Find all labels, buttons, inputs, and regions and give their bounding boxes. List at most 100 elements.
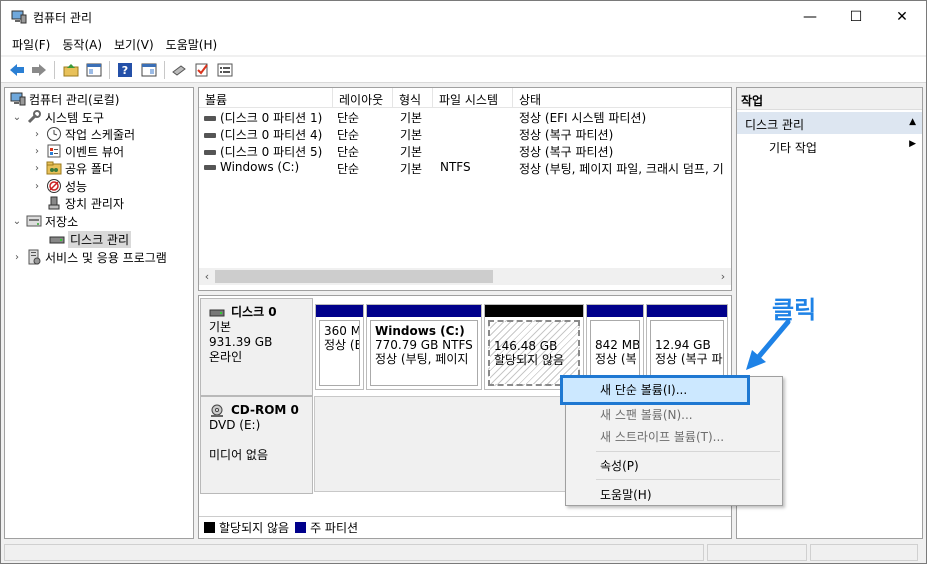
filesystem-cell [440,108,512,125]
volume-name: Windows (C:) [220,160,300,174]
primary-partition-bar [647,305,727,317]
cdrom-0-label[interactable]: CD-ROM 0 DVD (E:) 미디어 없음 [200,396,313,494]
disk-0-label[interactable]: 디스크 0 기본 931.39 GB 온라인 [200,298,313,396]
partition-status: 정상 (E [324,338,360,352]
tree-item-storage[interactable]: ⌄ 저장소 [11,212,78,230]
back-arrow-icon[interactable] [7,60,27,80]
column-header-status[interactable]: 상태 [513,88,731,108]
disk-status: 온라인 [209,350,243,364]
layout-cell: 단순 [337,111,360,125]
filesystem-cell [440,125,512,142]
table-row[interactable]: (디스크 0 파티션 1) 단순 기본 정상 (EFI 시스템 파티션) [199,108,731,125]
disk-type: 기본 [209,320,232,334]
column-header-volume[interactable]: 볼륨 [199,88,333,108]
scrollbar-thumb[interactable] [215,270,493,283]
partition-status: 할당되지 않음 [494,353,565,367]
status-segment [810,544,918,561]
scroll-left-icon[interactable]: ‹ [199,268,215,285]
table-row[interactable]: Windows (C:) 단순 기본 NTFS 정상 (부팅, 페이지 파일, … [199,159,731,176]
help-icon[interactable]: ? [115,60,135,80]
toolbar: ? [1,57,926,83]
tree-label: 디스크 관리 [68,230,132,248]
partition-windows-c[interactable]: Windows (C:) 770.79 GB NTFS 정상 (부팅, 페이지 [366,304,482,390]
partition-size: 842 MB [595,338,640,352]
show-hide-tree-icon[interactable] [84,60,104,80]
chevron-right-icon[interactable]: › [31,146,43,157]
collapse-up-icon[interactable]: ▲ [909,117,916,127]
services-icon [26,249,42,265]
actions-section-disk-management[interactable]: 디스크 관리 ▲ [737,112,922,134]
menu-item-new-simple-volume[interactable]: 새 단순 볼륨(I)... [560,375,750,405]
computer-management-icon [10,91,26,107]
tree-item-device-manager[interactable]: 장치 관리자 [43,194,124,212]
properties-list-icon[interactable] [215,60,235,80]
menu-bar: 파일(F) 동작(A) 보기(V) 도움말(H) [1,33,926,55]
column-header-layout[interactable]: 레이아웃 [333,88,393,108]
tree-item-services-and-applications[interactable]: › 서비스 및 응용 프로그램 [11,248,167,266]
tree-item-system-tools[interactable]: ⌄ 시스템 도구 [11,108,104,126]
partition-size: 12.94 GB [655,338,711,352]
menu-item-help[interactable]: 도움말(H) [568,483,780,505]
cdrom-drive: DVD (E:) [209,418,261,432]
chevron-right-icon[interactable]: › [31,181,43,192]
chevron-down-icon[interactable]: ⌄ [11,112,23,123]
tree-label: 시스템 도구 [45,110,105,125]
legend-primary: 주 파티션 [295,519,358,536]
up-folder-icon[interactable] [61,60,81,80]
partition-status: 정상 (부팅, 페이지 [375,352,469,366]
column-header-file-system[interactable]: 파일 시스템 [433,88,513,108]
event-viewer-icon [46,143,62,159]
tree-item-disk-management[interactable]: 디스크 관리 [46,230,132,248]
partition-size: 770.79 GB NTFS [375,338,473,352]
show-hide-action-pane-icon[interactable] [139,60,159,80]
partition-efi[interactable]: 360 M 정상 (E [315,304,364,390]
table-row[interactable]: (디스크 0 파티션 4) 단순 기본 정상 (복구 파티션) [199,125,731,142]
menu-item-new-spanned-volume[interactable]: 새 스팬 볼륨(N)... [568,403,780,425]
disk-drive-icon [49,231,65,247]
minimize-button[interactable]: — [787,1,833,33]
column-header-type[interactable]: 형식 [393,88,433,108]
performance-icon [46,178,62,194]
tree-item-computer-management-local[interactable]: 컴퓨터 관리(로컬) [7,90,119,108]
horizontal-scrollbar[interactable]: ‹ › [199,268,731,285]
type-cell: 기본 [400,145,423,159]
tree-item-event-viewer[interactable]: › 이벤트 뷰어 [31,142,124,160]
tree-item-performance[interactable]: › 성능 [31,177,87,195]
disk-size: 931.39 GB [209,335,273,349]
cdrom-name: CD-ROM 0 [231,403,299,417]
volume-icon [204,116,216,121]
menu-item-new-striped-volume[interactable]: 새 스트라이프 볼륨(T)... [568,425,780,447]
chevron-right-icon[interactable]: › [31,163,43,174]
scroll-right-icon[interactable]: › [715,268,731,285]
clock-icon [46,126,62,142]
menu-item-properties[interactable]: 속성(P) [568,454,780,476]
maximize-button[interactable]: ☐ [833,1,879,33]
tree-item-task-scheduler[interactable]: › 작업 스케줄러 [31,125,135,143]
status-bar [1,542,926,563]
volume-name: (디스크 0 파티션 1) [220,111,323,125]
system-tools-icon [26,109,42,125]
forward-arrow-icon[interactable] [29,60,49,80]
tree-label: 저장소 [45,214,79,229]
chevron-down-icon[interactable]: ⌄ [11,216,23,227]
tree-item-shared-folders[interactable]: › 공유 폴더 [31,159,113,177]
tree-label: 서비스 및 응용 프로그램 [45,250,167,265]
checklist-icon[interactable] [192,60,212,80]
close-button[interactable]: ✕ [879,1,925,33]
menu-help[interactable]: 도움말(H) [160,33,224,55]
status-cell: 정상 (복구 파티션) [519,128,614,142]
legend-label: 할당되지 않음 [219,521,290,535]
menu-view[interactable]: 보기(V) [108,33,160,55]
chevron-right-icon[interactable]: › [11,252,23,263]
menu-action[interactable]: 동작(A) [56,33,108,55]
tree-label: 공유 폴더 [65,161,113,176]
volume-name: (디스크 0 파티션 4) [220,128,323,142]
table-row[interactable]: (디스크 0 파티션 5) 단순 기본 정상 (복구 파티션) [199,142,731,159]
chevron-right-icon[interactable]: › [31,129,43,140]
connect-drive-icon[interactable] [169,60,189,80]
legend-label: 주 파티션 [310,521,359,535]
menu-file[interactable]: 파일(F) [6,33,56,55]
more-actions-item[interactable]: 기타 작업 ▶ [737,136,922,156]
volume-icon [204,165,216,170]
unallocated-swatch [204,522,215,533]
